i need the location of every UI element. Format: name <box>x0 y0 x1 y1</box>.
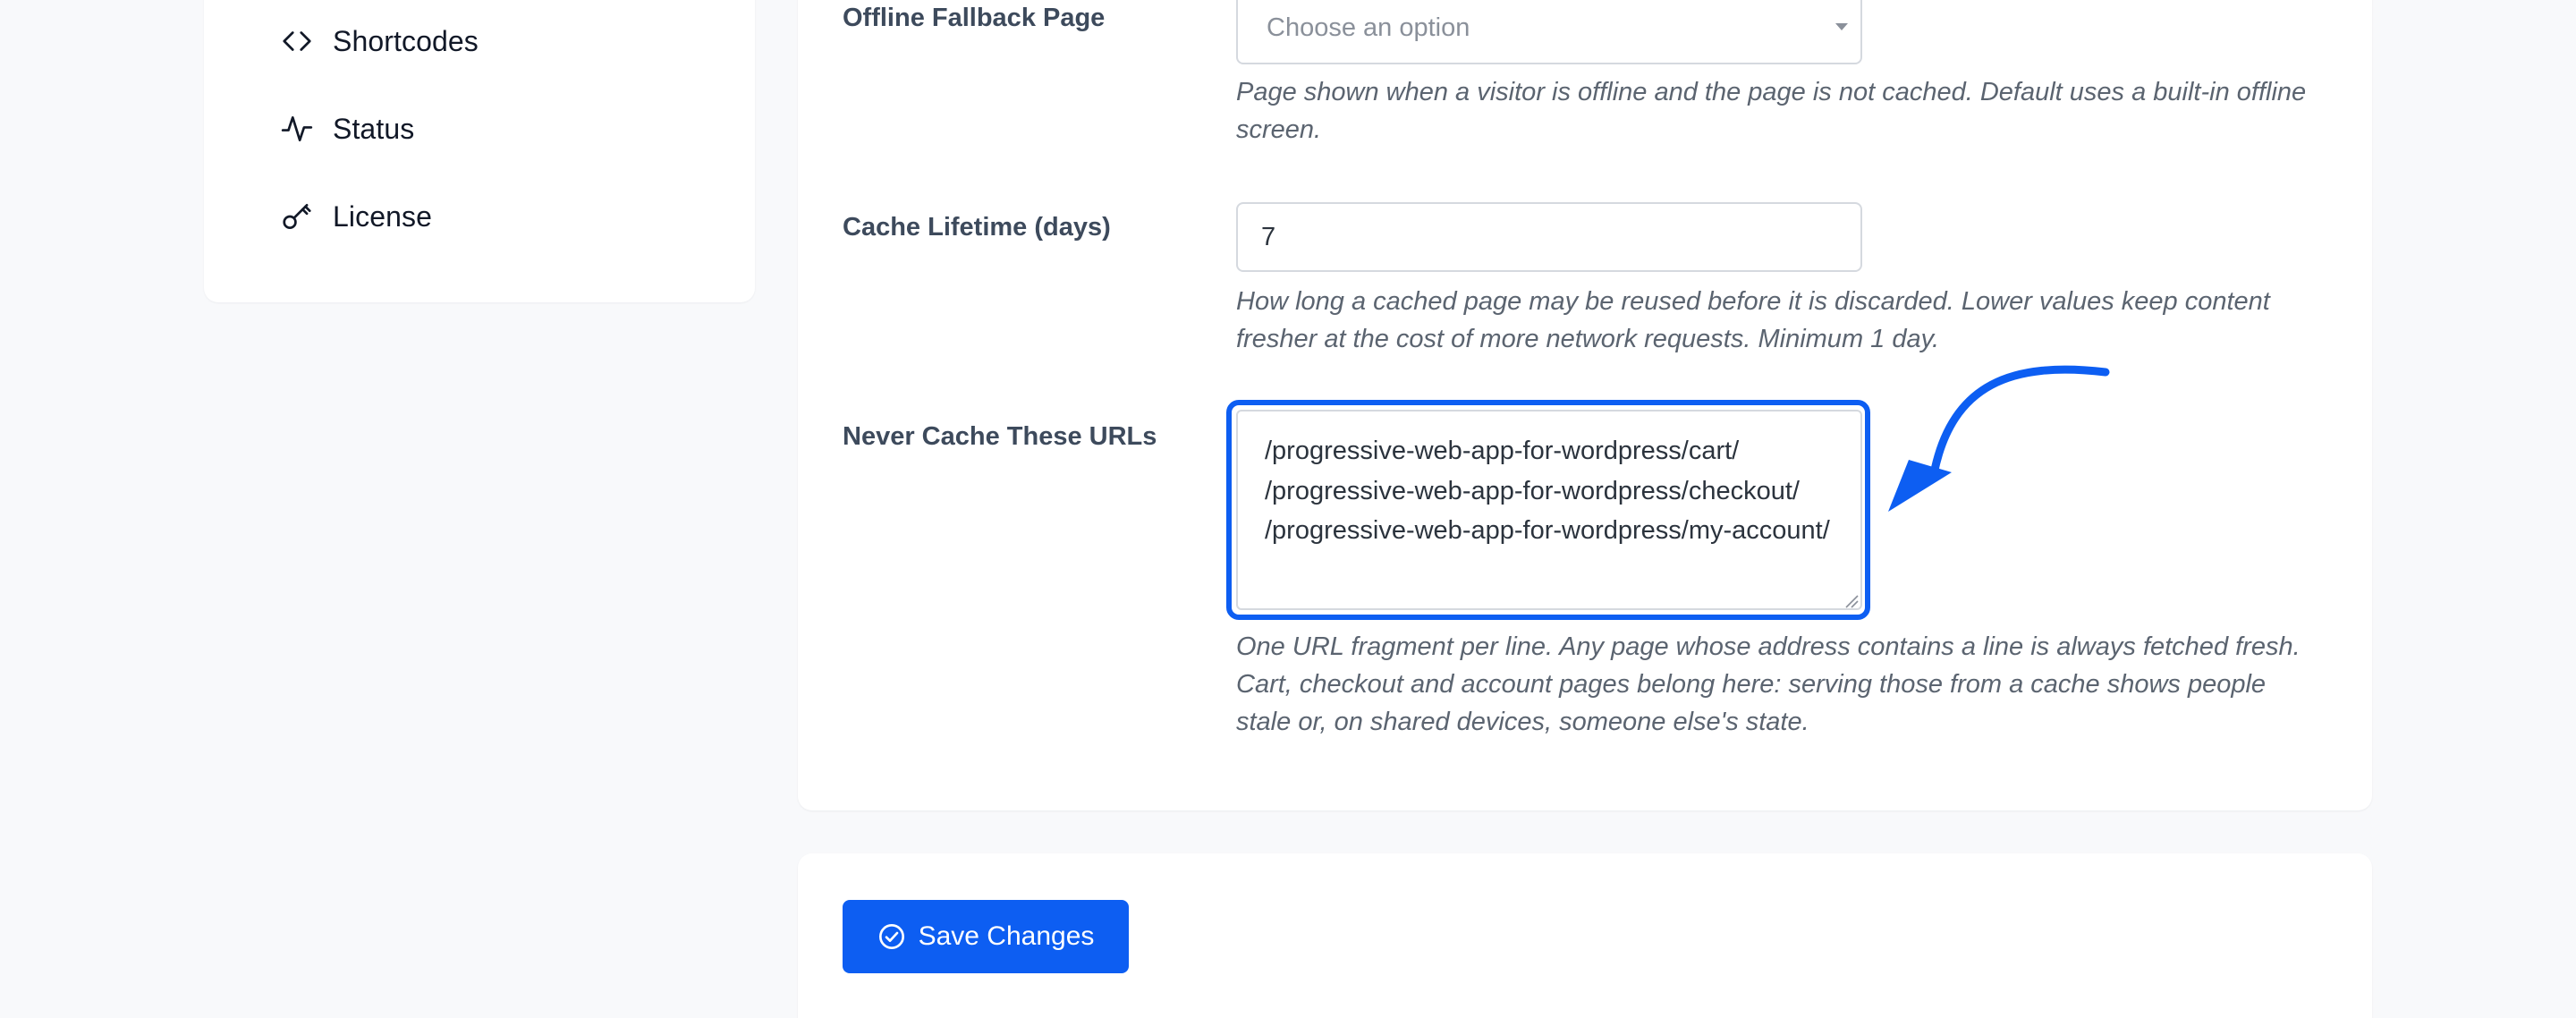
code-icon <box>279 23 315 59</box>
save-changes-button[interactable]: Save Changes <box>843 900 1129 973</box>
resize-grip-icon[interactable] <box>1844 594 1859 608</box>
sidebar-item-license[interactable]: License <box>279 195 432 238</box>
key-icon <box>279 199 315 234</box>
cache-lifetime-description: How long a cached page may be reused bef… <box>1236 287 2270 353</box>
sidebar-item-shortcodes[interactable]: Shortcodes <box>279 20 479 63</box>
never-cache-description: One URL fragment per line. Any page whos… <box>1236 632 2301 736</box>
offline-fallback-description: Page shown when a visitor is offline and… <box>1236 78 2307 144</box>
sidebar: Shortcodes Status License <box>204 0 755 302</box>
sidebar-item-label: License <box>333 199 432 233</box>
never-cache-textarea[interactable]: /progressive-web-app-for-wordpress/cart/… <box>1236 410 1862 610</box>
annotation-arrow-icon <box>1888 365 2110 512</box>
chevron-down-icon <box>1835 23 1848 30</box>
offline-fallback-select[interactable]: Choose an option <box>1236 0 1862 64</box>
save-changes-label: Save Changes <box>918 921 1095 951</box>
cache-lifetime-input[interactable] <box>1236 202 1862 272</box>
check-circle-icon <box>878 924 904 949</box>
activity-icon <box>279 111 315 147</box>
settings-page: Shortcodes Status License Offline Fallba… <box>0 0 2576 1018</box>
sidebar-item-status[interactable]: Status <box>279 107 414 150</box>
select-placeholder: Choose an option <box>1267 13 1470 42</box>
never-cache-label: Never Cache These URLs <box>843 422 1157 451</box>
sidebar-item-label: Shortcodes <box>333 24 479 57</box>
sidebar-item-label: Status <box>333 112 415 145</box>
cache-lifetime-label: Cache Lifetime (days) <box>843 213 1111 242</box>
offline-fallback-label: Offline Fallback Page <box>843 4 1106 32</box>
